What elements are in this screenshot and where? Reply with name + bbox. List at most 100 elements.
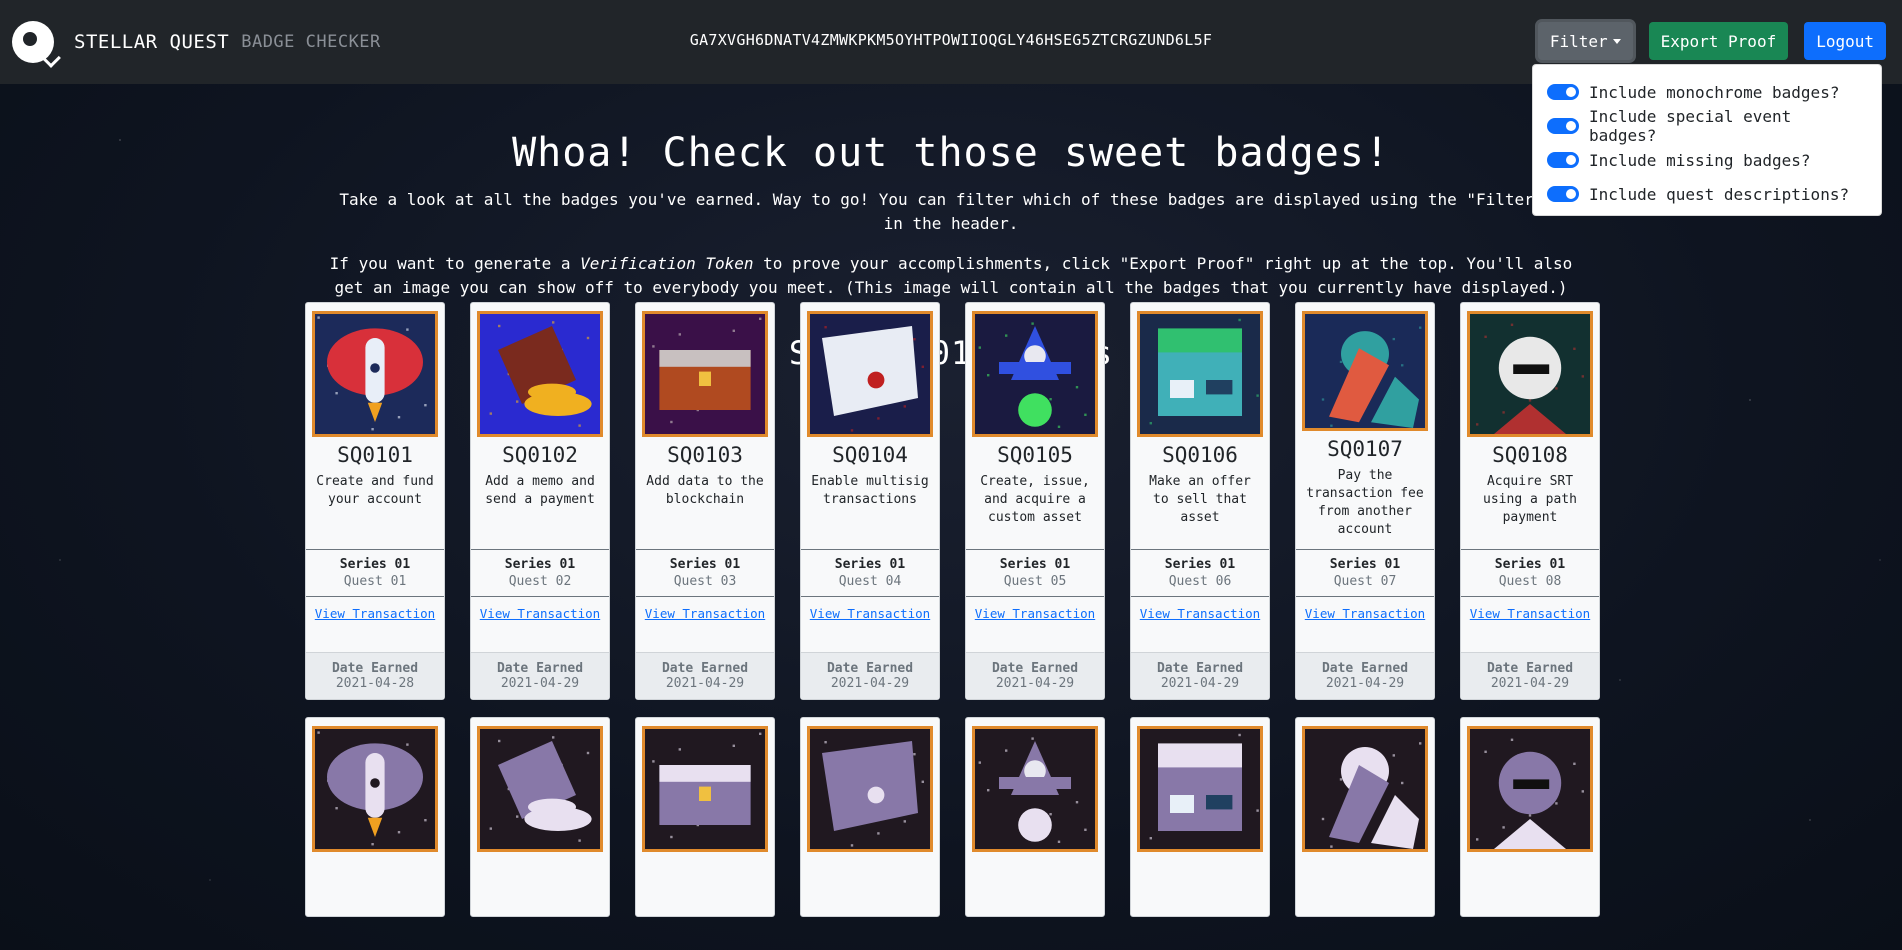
badge-date-section: Date Earned 2021-04-28 <box>306 652 444 699</box>
badge-date-section: Date Earned 2021-04-29 <box>801 652 939 699</box>
view-transaction-link[interactable]: View Transaction <box>1305 606 1425 621</box>
badge-date-section: Date Earned 2021-04-29 <box>966 652 1104 699</box>
view-transaction-link[interactable]: View Transaction <box>645 606 765 621</box>
badge-description: Add data to the blockchain <box>646 474 764 507</box>
date-earned-label: Date Earned <box>496 661 584 676</box>
badge-transaction-section: View Transaction <box>306 596 444 652</box>
badge-series: Series 01 <box>1164 557 1236 572</box>
verification-token-term: Verification Token <box>580 254 754 273</box>
date-earned-value: 2021-04-29 <box>1325 676 1405 691</box>
filter-option-label: Include missing badges? <box>1589 150 1811 170</box>
badge-quest: Quest 08 <box>1498 574 1562 589</box>
scroll-icon <box>810 314 930 434</box>
badge-description: Pay the transaction fee from another acc… <box>1306 468 1424 537</box>
badge-image <box>477 311 603 437</box>
badge-transaction-section: View Transaction <box>636 596 774 652</box>
intro-2-pre: If you want to generate a <box>329 254 581 273</box>
badge-image <box>477 726 603 852</box>
badge-quest: Quest 02 <box>508 574 572 589</box>
date-earned-value: 2021-04-29 <box>665 676 745 691</box>
wizard-mono-icon <box>975 729 1095 849</box>
badge-code: SQ0106 <box>1162 443 1238 467</box>
filter-option-descriptions[interactable]: Include quest descriptions? <box>1547 177 1867 211</box>
intro-text: Take a look at all the badges you've ear… <box>311 188 1591 300</box>
view-transaction-link[interactable]: View Transaction <box>1140 606 1260 621</box>
strongman-mono-icon <box>1305 729 1425 849</box>
badge-quest: Quest 04 <box>838 574 902 589</box>
badge-series: Series 01 <box>669 557 741 572</box>
badge-series-section: Series 01 Quest 02 <box>471 549 609 596</box>
date-earned-label: Date Earned <box>1321 661 1409 676</box>
badge-transaction-section: View Transaction <box>1296 596 1434 652</box>
date-earned-label: Date Earned <box>991 661 1079 676</box>
date-earned-label: Date Earned <box>331 661 419 676</box>
badge-code: SQ0103 <box>667 443 743 467</box>
view-transaction-link[interactable]: View Transaction <box>1470 606 1590 621</box>
nav-buttons: Filter Export Proof Logout <box>1537 22 1886 60</box>
logout-button[interactable]: Logout <box>1804 22 1886 60</box>
intro-1-text: Take a look at all the badges you've ear… <box>339 190 1563 209</box>
badge-quest: Quest 05 <box>1003 574 1067 589</box>
caret-down-icon <box>1612 38 1621 44</box>
filter-option-label: Include quest descriptions? <box>1589 184 1850 204</box>
badge-card: SQ0107 Pay the transaction fee from anot… <box>1295 302 1435 700</box>
filter-option-label: Include monochrome badges? <box>1589 82 1840 102</box>
badge-image <box>1467 726 1593 852</box>
view-transaction-link[interactable]: View Transaction <box>810 606 930 621</box>
badge-date-section: Date Earned 2021-04-29 <box>1131 652 1269 699</box>
badge-series: Series 01 <box>1494 557 1566 572</box>
date-earned-value: 2021-04-29 <box>1160 676 1240 691</box>
book-coins-mono-icon <box>480 729 600 849</box>
monochrome-badge-card <box>1460 717 1600 917</box>
badge-transaction-section: View Transaction <box>1461 596 1599 652</box>
badge-date-section: Date Earned 2021-04-29 <box>636 652 774 699</box>
badge-series: Series 01 <box>834 557 906 572</box>
badge-transaction-section: View Transaction <box>471 596 609 652</box>
badge-code: SQ0108 <box>1492 443 1568 467</box>
filter-option-missing[interactable]: Include missing badges? <box>1547 143 1867 177</box>
toggle-switch[interactable] <box>1547 118 1579 134</box>
filter-button[interactable]: Filter <box>1537 22 1633 60</box>
monochrome-badge-card <box>305 717 445 917</box>
badge-card: SQ0106 Make an offer to sell that asset … <box>1130 302 1270 700</box>
badge-code: SQ0104 <box>832 443 908 467</box>
date-earned-label: Date Earned <box>1486 661 1574 676</box>
badge-quest: Quest 01 <box>343 574 407 589</box>
toggle-switch[interactable] <box>1547 152 1579 168</box>
badge-quest: Quest 06 <box>1168 574 1232 589</box>
brand-subtitle: BADGE CHECKER <box>241 32 381 52</box>
book-coins-icon <box>480 314 600 434</box>
badge-image <box>1137 726 1263 852</box>
filter-option-special-event[interactable]: Include special event badges? <box>1547 107 1867 145</box>
badge-transaction-section: View Transaction <box>801 596 939 652</box>
date-earned-label: Date Earned <box>1156 661 1244 676</box>
treasure-chest-icon <box>645 314 765 434</box>
badge-image <box>1302 311 1428 431</box>
market-stall-mono-icon <box>1140 729 1260 849</box>
badge-code: SQ0101 <box>337 443 413 467</box>
badge-series-section: Series 01 Quest 03 <box>636 549 774 596</box>
filter-option-monochrome[interactable]: Include monochrome badges? <box>1547 75 1867 109</box>
view-transaction-link[interactable]: View Transaction <box>975 606 1095 621</box>
toggle-switch[interactable] <box>1547 84 1579 100</box>
badge-series-section: Series 01 Quest 08 <box>1461 549 1599 596</box>
gentleman-mono-icon <box>1470 729 1590 849</box>
export-proof-button[interactable]: Export Proof <box>1648 22 1789 60</box>
toggle-switch[interactable] <box>1547 186 1579 202</box>
monochrome-badge-card <box>1130 717 1270 917</box>
badge-code: SQ0107 <box>1327 437 1403 461</box>
view-transaction-link[interactable]: View Transaction <box>315 606 435 621</box>
badge-card: SQ0104 Enable multisig transactions Seri… <box>800 302 940 700</box>
filter-label: Filter <box>1549 31 1608 51</box>
view-transaction-link[interactable]: View Transaction <box>480 606 600 621</box>
brand[interactable]: STELLAR QUEST BADGE CHECKER <box>12 21 381 68</box>
badge-series: Series 01 <box>339 557 411 572</box>
badge-image <box>642 726 768 852</box>
badge-transaction-section: View Transaction <box>1131 596 1269 652</box>
badge-transaction-section: View Transaction <box>966 596 1104 652</box>
monochrome-badge-card <box>800 717 940 917</box>
badge-description: Create, issue, and acquire a custom asse… <box>980 474 1090 525</box>
badge-card: SQ0105 Create, issue, and acquire a cust… <box>965 302 1105 700</box>
filter-option-label: Include special event badges? <box>1589 107 1792 145</box>
filter-dropdown: Include monochrome badges? Include speci… <box>1532 64 1882 216</box>
